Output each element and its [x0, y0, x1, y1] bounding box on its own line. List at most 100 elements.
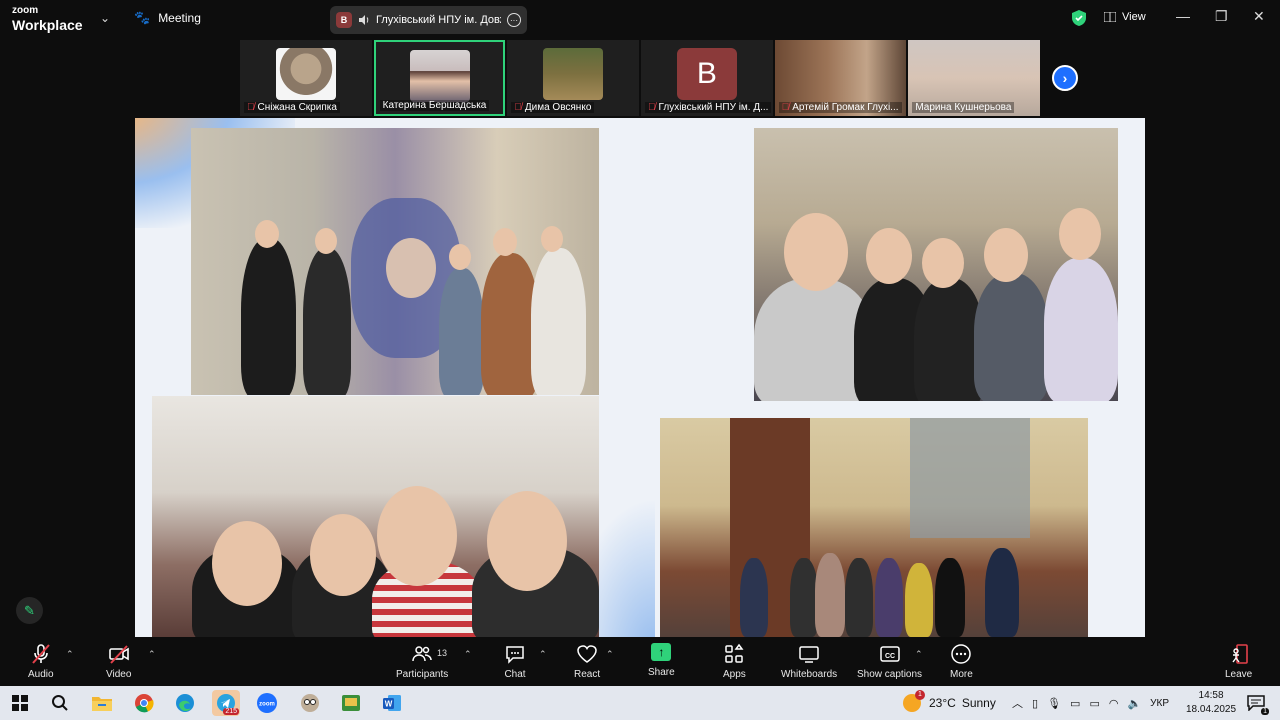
- green-app-icon[interactable]: [337, 690, 365, 716]
- meeting-info-pill[interactable]: B Глухівський НПУ ім. Довже ···: [330, 6, 527, 34]
- participant-name: Марина Кушнерьова: [915, 102, 1012, 113]
- mic-muted-icon: 🎙̸: [514, 102, 522, 113]
- meeting-toolbar: Audio ⌃ Video ⌃ Participants 13 ⌃ Chat ⌃…: [0, 637, 1280, 686]
- react-label: React: [574, 669, 601, 680]
- owl-app-icon[interactable]: [296, 690, 324, 716]
- view-label: View: [1122, 11, 1146, 23]
- title-bar: zoom Workplace ⌄ 🐾 Meeting B Глухівський…: [0, 0, 1280, 38]
- edge-icon[interactable]: [171, 690, 199, 716]
- chat-button[interactable]: Chat: [504, 643, 526, 680]
- leave-door-icon: [1232, 644, 1248, 664]
- zoom-app-window: zoom Workplace ⌄ 🐾 Meeting B Глухівський…: [0, 0, 1280, 720]
- audio-button[interactable]: Audio: [28, 643, 54, 680]
- host-avatar: B: [336, 12, 352, 28]
- microphone-icon[interactable]: 🎙: [1047, 697, 1061, 710]
- windows-start-icon[interactable]: [6, 690, 34, 716]
- video-label: Video: [106, 669, 132, 680]
- whiteboard-icon: [799, 646, 819, 663]
- weather-temp: 23°C: [929, 696, 956, 710]
- participants-caret-icon[interactable]: ⌃: [464, 649, 472, 660]
- react-caret-icon[interactable]: ⌃: [606, 649, 614, 660]
- file-explorer-icon[interactable]: [88, 690, 116, 716]
- video-caret-icon[interactable]: ⌃: [148, 649, 156, 660]
- speaker-icon: [359, 15, 369, 25]
- captions-caret-icon[interactable]: ⌃: [915, 649, 923, 660]
- telegram-icon[interactable]: 215: [212, 690, 240, 716]
- notifications-icon[interactable]: 1: [1242, 690, 1270, 716]
- svg-text:W: W: [385, 700, 393, 709]
- forest-path-avatar-icon: [543, 48, 604, 100]
- display-icon[interactable]: ▭: [1070, 697, 1080, 710]
- more-button[interactable]: More: [950, 643, 973, 680]
- share-label: Share: [648, 667, 675, 678]
- share-button[interactable]: ↑ Share: [648, 643, 675, 678]
- more-label: More: [950, 669, 973, 680]
- participant-tile[interactable]: Марина Кушнерьова: [908, 40, 1041, 116]
- view-button[interactable]: View: [1104, 11, 1146, 23]
- close-icon[interactable]: ✕: [1253, 8, 1265, 25]
- shared-screen: [135, 118, 1145, 637]
- show-captions-button[interactable]: CC Show captions: [857, 643, 922, 680]
- participant-name: Сніжана Скрипка: [257, 102, 337, 113]
- next-page-arrow-icon[interactable]: ›: [1052, 65, 1078, 91]
- notifications-badge: 1: [1261, 708, 1269, 715]
- clock-date: 18.04.2025: [1186, 704, 1237, 715]
- shield-check-icon[interactable]: [1072, 10, 1086, 26]
- participant-tile[interactable]: 🎙̸ Дима Овсянко: [507, 40, 640, 116]
- language-indicator[interactable]: УКР: [1150, 698, 1169, 709]
- chat-caret-icon[interactable]: ⌃: [539, 649, 547, 660]
- search-icon[interactable]: [46, 690, 74, 716]
- svg-text:CC: CC: [884, 653, 894, 660]
- phone-link-icon[interactable]: ▯: [1032, 697, 1038, 710]
- participant-name: Артемій Громак Глухі...: [792, 102, 899, 113]
- meeting-tab[interactable]: 🐾 Meeting: [134, 10, 201, 26]
- meeting-name: Глухівський НПУ ім. Довже: [376, 14, 501, 26]
- whiteboards-button[interactable]: Whiteboards: [781, 643, 837, 680]
- participant-strip: 🎙̸ Сніжана Скрипка Катерина Бершадська 🎙̸…: [240, 40, 1041, 116]
- apps-label: Apps: [723, 669, 746, 680]
- weather-text: Sunny: [961, 696, 996, 710]
- system-tray: ︿ ▯ 🎙 ▭ ▭ ◠ 🔈 УКР: [1012, 686, 1169, 720]
- zoom-workplace-logo[interactable]: zoom Workplace: [12, 6, 83, 33]
- volume-icon[interactable]: 🔈: [1127, 697, 1141, 710]
- battery-icon[interactable]: ▭: [1089, 697, 1099, 710]
- audio-caret-icon[interactable]: ⌃: [66, 649, 74, 660]
- restore-icon[interactable]: ❐: [1215, 8, 1228, 25]
- shared-photo-indoor-selfie: [152, 396, 599, 637]
- telegram-badge: 215: [223, 708, 239, 715]
- leave-button[interactable]: Leave: [1225, 643, 1252, 680]
- participant-name: Дима Овсянко: [524, 102, 592, 113]
- paw-icon: 🐾: [134, 10, 151, 25]
- more-dots-icon: [951, 644, 972, 664]
- wifi-icon[interactable]: ◠: [1109, 697, 1119, 710]
- show-hidden-icons-chevron-icon[interactable]: ︿: [1012, 695, 1023, 711]
- participants-icon: [412, 646, 432, 662]
- apps-button[interactable]: Apps: [723, 643, 746, 680]
- audio-label: Audio: [28, 669, 54, 680]
- taskbar-clock[interactable]: 14:58 18.04.2025: [1186, 689, 1236, 717]
- clock-time: 14:58: [1198, 690, 1224, 701]
- show-captions-label: Show captions: [857, 669, 923, 680]
- weather-widget[interactable]: 1 23°C Sunny: [903, 686, 996, 720]
- minimize-icon[interactable]: —: [1176, 8, 1190, 24]
- video-button[interactable]: Video: [106, 643, 131, 680]
- weather-alert-badge: 1: [915, 690, 925, 700]
- meeting-label: Meeting: [158, 11, 201, 25]
- mic-muted-icon: 🎙̸: [648, 102, 656, 113]
- more-options-icon[interactable]: ···: [507, 13, 521, 27]
- annotate-pencil-icon[interactable]: ✎: [16, 597, 43, 624]
- participant-tile-active-speaker[interactable]: Катерина Бершадська: [373, 40, 506, 116]
- shared-photo-street-group: [660, 418, 1088, 637]
- grid-view-icon: [1104, 12, 1116, 22]
- participant-tile[interactable]: 🎙̸ Артемій Громак Глухі...: [774, 40, 907, 116]
- participant-tile[interactable]: B 🎙̸ Глухівський НПУ ім. Д...: [641, 40, 773, 116]
- participants-label: Participants: [396, 669, 449, 680]
- chrome-icon[interactable]: [130, 690, 158, 716]
- heart-icon: [577, 645, 597, 663]
- react-button[interactable]: React: [574, 643, 600, 680]
- owl-glasses-avatar-icon: [275, 48, 336, 100]
- chevron-down-icon[interactable]: ⌄: [100, 11, 110, 25]
- zoom-taskbar-icon[interactable]: zoom: [253, 690, 281, 716]
- word-icon[interactable]: W: [378, 690, 406, 716]
- participant-tile[interactable]: 🎙̸ Сніжана Скрипка: [240, 40, 372, 116]
